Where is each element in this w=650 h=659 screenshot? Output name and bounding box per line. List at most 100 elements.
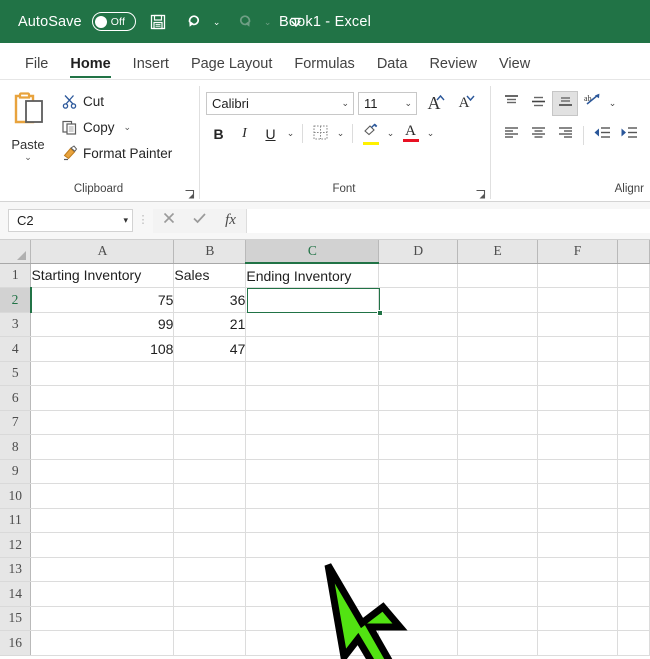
cell-c15[interactable] <box>245 606 380 631</box>
row-header-7[interactable]: 7 <box>0 410 32 435</box>
tab-file[interactable]: File <box>14 56 59 79</box>
cell-e13[interactable] <box>457 557 539 582</box>
cell-f11[interactable] <box>537 508 618 533</box>
cell-b4[interactable]: 47 <box>173 336 247 362</box>
row-header-15[interactable]: 15 <box>0 606 32 631</box>
increase-indent-button[interactable] <box>616 123 642 148</box>
cell-e8[interactable] <box>457 434 539 460</box>
cell-g4[interactable] <box>617 336 650 362</box>
row-header-1[interactable]: 1 <box>0 263 32 288</box>
cell-c12[interactable] <box>245 532 380 558</box>
save-button[interactable] <box>144 8 172 36</box>
cell-e15[interactable] <box>457 606 539 631</box>
cell-c5[interactable] <box>245 361 380 386</box>
row-header-2[interactable]: 2 <box>0 287 32 313</box>
cell-c8[interactable] <box>245 434 380 460</box>
cell-g11[interactable] <box>617 508 650 533</box>
cell-a11[interactable] <box>30 508 175 533</box>
cell-d13[interactable] <box>378 557 459 582</box>
cell-c6[interactable] <box>245 385 380 411</box>
cell-f5[interactable] <box>537 361 618 386</box>
cell-e14[interactable] <box>457 581 539 607</box>
font-name-combobox[interactable]: Calibri ⌄ <box>206 91 354 115</box>
cell-e2[interactable] <box>457 287 539 313</box>
autosave-toggle[interactable]: Off <box>91 12 136 31</box>
cell-f14[interactable] <box>537 581 618 607</box>
cell-b10[interactable] <box>173 483 247 509</box>
cell-e12[interactable] <box>457 532 539 558</box>
row-header-13[interactable]: 13 <box>0 557 32 582</box>
cell-g5[interactable] <box>617 361 650 386</box>
cell-g1[interactable] <box>617 263 650 288</box>
redo-button[interactable] <box>231 8 259 36</box>
align-bottom-button[interactable] <box>552 91 578 116</box>
cell-f12[interactable] <box>537 532 618 558</box>
cell-d10[interactable] <box>378 483 459 509</box>
cell-e16[interactable] <box>457 630 539 656</box>
cell-c10[interactable] <box>245 483 380 509</box>
fill-color-dropdown-caret-icon[interactable]: ⌄ <box>384 121 397 146</box>
cell-f2[interactable] <box>537 287 618 313</box>
formula-bar-grip[interactable]: ⋮ <box>133 215 153 226</box>
cell-f1[interactable] <box>537 263 618 288</box>
cell-c11[interactable] <box>245 508 380 533</box>
cell-d1[interactable] <box>378 263 459 288</box>
cell-a7[interactable] <box>30 410 175 435</box>
font-color-dropdown-caret-icon[interactable]: ⌄ <box>424 121 437 146</box>
cell-f15[interactable] <box>537 606 618 631</box>
align-right-button[interactable] <box>552 123 578 148</box>
cell-d9[interactable] <box>378 459 459 484</box>
orientation-button[interactable]: ab <box>579 91 605 116</box>
cell-f10[interactable] <box>537 483 618 509</box>
tab-data[interactable]: Data <box>366 56 419 79</box>
cell-a2[interactable]: 75 <box>30 287 175 313</box>
cell-b7[interactable] <box>173 410 247 435</box>
cell-d8[interactable] <box>378 434 459 460</box>
cell-b15[interactable] <box>173 606 247 631</box>
cell-b5[interactable] <box>173 361 247 386</box>
cell-f6[interactable] <box>537 385 618 411</box>
cancel-button[interactable] <box>153 208 184 233</box>
cell-d3[interactable] <box>378 312 459 337</box>
cell-b14[interactable] <box>173 581 247 607</box>
row-header-3[interactable]: 3 <box>0 312 32 337</box>
cell-c4[interactable] <box>245 336 380 362</box>
font-color-button[interactable]: A <box>398 121 423 146</box>
cell-a6[interactable] <box>30 385 175 411</box>
cell-a15[interactable] <box>30 606 175 631</box>
cell-e6[interactable] <box>457 385 539 411</box>
cell-e9[interactable] <box>457 459 539 484</box>
row-header-16[interactable]: 16 <box>0 630 32 656</box>
bold-button[interactable]: B <box>206 121 231 146</box>
row-header-14[interactable]: 14 <box>0 581 32 607</box>
cell-d7[interactable] <box>378 410 459 435</box>
cell-a5[interactable] <box>30 361 175 386</box>
cell-a9[interactable] <box>30 459 175 484</box>
cell-e5[interactable] <box>457 361 539 386</box>
format-painter-button[interactable]: Format Painter <box>56 142 176 165</box>
cell-c13[interactable] <box>245 557 380 582</box>
formula-input[interactable] <box>246 208 650 233</box>
cell-c14[interactable] <box>245 581 380 607</box>
cell-f4[interactable] <box>537 336 618 362</box>
underline-dropdown-caret-icon[interactable]: ⌄ <box>284 121 297 146</box>
cell-a16[interactable] <box>30 630 175 656</box>
cell-d11[interactable] <box>378 508 459 533</box>
cell-c7[interactable] <box>245 410 380 435</box>
cell-a12[interactable] <box>30 532 175 558</box>
tab-home[interactable]: Home <box>59 56 121 79</box>
borders-dropdown-caret-icon[interactable]: ⌄ <box>334 121 347 146</box>
cell-g10[interactable] <box>617 483 650 509</box>
cell-c9[interactable] <box>245 459 380 484</box>
column-header-b[interactable]: B <box>173 240 247 264</box>
cell-d16[interactable] <box>378 630 459 656</box>
cell-g12[interactable] <box>617 532 650 558</box>
font-dialog-launcher[interactable] <box>475 188 487 200</box>
cell-a4[interactable]: 108 <box>30 336 175 362</box>
align-center-button[interactable] <box>525 123 551 148</box>
tab-insert[interactable]: Insert <box>122 56 180 79</box>
row-header-8[interactable]: 8 <box>0 434 32 460</box>
cell-e7[interactable] <box>457 410 539 435</box>
cell-e11[interactable] <box>457 508 539 533</box>
increase-font-size-button[interactable]: A <box>421 91 447 115</box>
